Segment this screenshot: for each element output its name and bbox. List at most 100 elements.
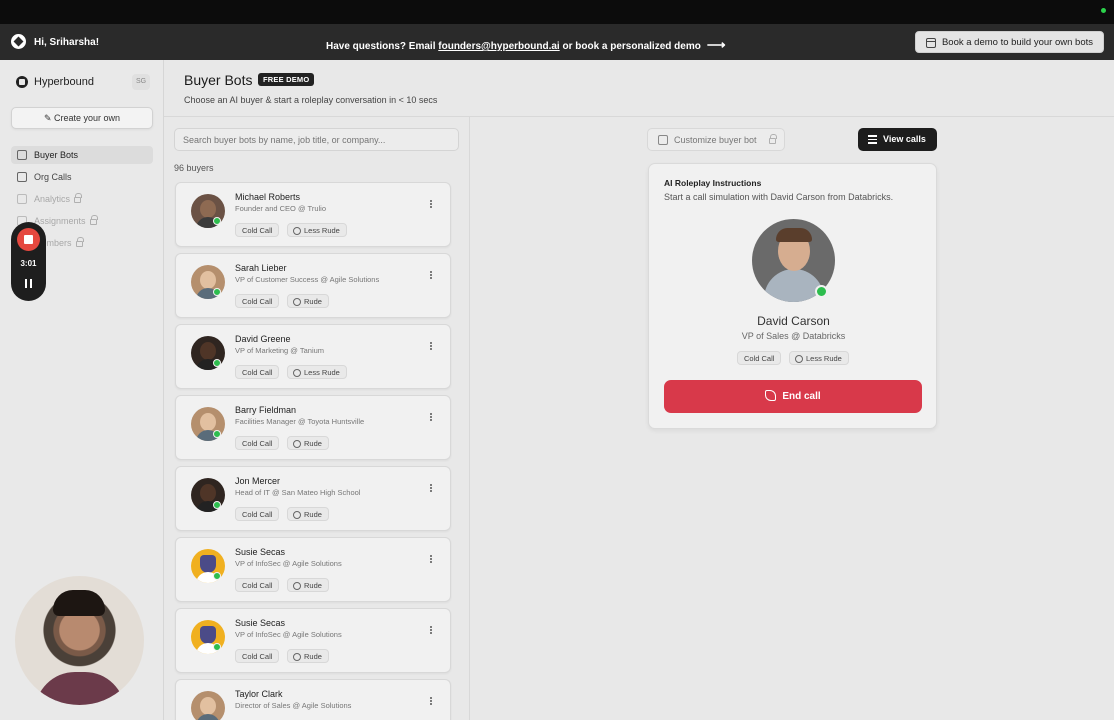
end-call-label: End call (782, 391, 821, 402)
online-status-icon (213, 217, 221, 225)
search-input[interactable] (174, 128, 459, 151)
arrow-right-icon[interactable]: ⟶ (707, 37, 726, 52)
create-your-own-label: Create your own (54, 113, 121, 123)
more-options-icon[interactable] (429, 625, 433, 637)
avatar (191, 691, 225, 720)
mood-tag: Rude (287, 436, 329, 450)
recording-controls: 3:01 (11, 222, 46, 301)
chart-icon (17, 194, 27, 204)
pause-icon[interactable] (25, 279, 32, 288)
book-demo-button[interactable]: Book a demo to build your own bots (914, 31, 1104, 53)
buyer-role: Founder and CEO @ Trulio (235, 204, 326, 213)
sidebar-item-analytics[interactable]: Analytics (11, 190, 153, 208)
page-subtitle: Choose an AI buyer & start a roleplay co… (184, 95, 438, 105)
buyer-role: VP of InfoSec @ Agile Solutions (235, 559, 342, 568)
buyer-card[interactable]: David Greene VP of Marketing @ Tanium Co… (175, 324, 451, 389)
buyer-card[interactable]: Michael Roberts Founder and CEO @ Trulio… (175, 182, 451, 247)
buyer-role: VP of Customer Success @ Agile Solutions (235, 275, 380, 284)
buyer-name: Susie Secas (235, 618, 286, 628)
header-divider (164, 116, 1114, 117)
buyer-card[interactable]: Sarah Lieber VP of Customer Success @ Ag… (175, 253, 451, 318)
column-divider (469, 116, 470, 720)
sidebar-item-label: Org Calls (34, 172, 72, 182)
create-your-own-button[interactable]: ✎ Create your own (11, 107, 153, 129)
page-title: Buyer Bots (184, 72, 253, 88)
founders-email-link[interactable]: founders@hyperbound.ai (438, 41, 559, 52)
lock-icon (769, 134, 777, 144)
edit-icon (658, 135, 668, 145)
buyer-card[interactable]: Taylor Clark Director of Sales @ Agile S… (175, 679, 451, 720)
bot-icon (17, 150, 27, 160)
buyer-name: Taylor Clark (235, 689, 283, 699)
hyperbound-logo-icon (16, 76, 28, 88)
phone-off-icon (765, 390, 777, 401)
brand[interactable]: Hyperbound (16, 76, 94, 88)
more-options-icon[interactable] (429, 341, 433, 353)
mood-tag: Rude (287, 649, 329, 663)
recording-timer: 3:01 (20, 259, 37, 268)
customize-label: Customize buyer bot (674, 135, 757, 145)
announcement-banner: Hi, Sriharsha! Have questions? Email fou… (0, 24, 1114, 60)
recording-top-bar (0, 0, 1114, 24)
online-status-icon (213, 643, 221, 651)
buyer-name: Jon Mercer (235, 476, 281, 486)
buyer-card[interactable]: Jon Mercer Head of IT @ San Mateo High S… (175, 466, 451, 531)
webcam-shirt (35, 672, 125, 705)
sidebar-item-org-calls[interactable]: Org Calls (11, 168, 153, 186)
stop-recording-button[interactable] (17, 228, 40, 251)
book-demo-label: Book a demo to build your own bots (941, 37, 1093, 48)
online-status-icon (213, 288, 221, 296)
view-calls-label: View calls (883, 134, 926, 144)
brand-name: Hyperbound (34, 76, 94, 88)
call-panel: AI Roleplay Instructions Start a call si… (648, 163, 937, 429)
customize-buyer-bot-button[interactable]: Customize buyer bot (647, 128, 785, 151)
hyperbound-logo-icon (11, 34, 26, 49)
buyer-card[interactable]: Susie Secas VP of InfoSec @ Agile Soluti… (175, 608, 451, 673)
call-type-tag: Cold Call (235, 223, 280, 237)
calendar-icon (925, 38, 936, 48)
lock-icon (74, 193, 83, 203)
buyer-role: Facilities Manager @ Toyota Huntsville (235, 417, 365, 426)
sidebar-item-buyer-bots[interactable]: Buyer Bots (11, 146, 153, 164)
call-type-tag: Cold Call (235, 294, 280, 308)
buyer-name: Barry Fieldman (235, 405, 297, 415)
view-calls-button[interactable]: View calls (858, 128, 937, 151)
mood-tag: Less Rude (287, 223, 347, 237)
buyer-name: David Greene (235, 334, 291, 344)
more-options-icon[interactable] (429, 483, 433, 495)
banner-message: Have questions? Email founders@hyperboun… (326, 37, 725, 53)
buyer-name: Susie Secas (235, 547, 286, 557)
buyer-name: David Carson (757, 314, 830, 328)
mood-tag: Rude (287, 578, 329, 592)
instructions-title: AI Roleplay Instructions (664, 178, 762, 188)
call-type-tag: Cold Call (235, 365, 280, 379)
buyer-role: Director of Sales @ Agile Solutions (235, 701, 352, 710)
sidebar-item-label: Buyer Bots (34, 150, 79, 160)
call-type-tag: Cold Call (737, 351, 782, 365)
end-call-button[interactable]: End call (664, 380, 922, 413)
more-options-icon[interactable] (429, 554, 433, 566)
online-status-icon (815, 285, 828, 298)
call-type-tag: Cold Call (235, 578, 280, 592)
banner-message-suffix: or book a personalized demo (559, 41, 701, 52)
mood-tag: Less Rude (287, 365, 347, 379)
webcam-hair (53, 590, 105, 616)
buyer-card[interactable]: Barry Fieldman Facilities Manager @ Toyo… (175, 395, 451, 460)
more-options-icon[interactable] (429, 412, 433, 424)
more-options-icon[interactable] (429, 696, 433, 708)
online-status-icon (213, 430, 221, 438)
more-options-icon[interactable] (429, 270, 433, 282)
user-avatar[interactable]: SG (132, 74, 150, 90)
banner-message-prefix: Have questions? Email (326, 41, 439, 52)
mood-tag: Less Rude (789, 351, 849, 365)
mood-tag: Rude (287, 294, 329, 308)
webcam-bubble[interactable] (15, 576, 144, 705)
buyer-name: Sarah Lieber (235, 263, 287, 273)
buyer-card[interactable]: Susie Secas VP of InfoSec @ Agile Soluti… (175, 537, 451, 602)
more-options-icon[interactable] (429, 199, 433, 211)
buyer-count: 96 buyers (174, 163, 214, 173)
buyer-role: VP of InfoSec @ Agile Solutions (235, 630, 342, 639)
buyer-role: Head of IT @ San Mateo High School (235, 488, 361, 497)
sidebar-item-label: Analytics (34, 194, 71, 204)
online-status-icon (213, 359, 221, 367)
